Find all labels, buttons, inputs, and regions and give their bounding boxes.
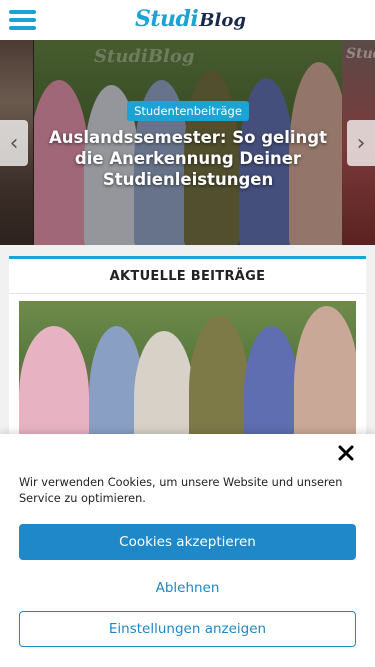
recent-posts-heading: AKTUELLE BEITRÄGE: [109, 268, 266, 284]
decline-cookies-button[interactable]: Ablehnen: [19, 570, 356, 606]
watermark-logo: Studi: [346, 46, 375, 62]
recent-posts-header: AKTUELLE BEITRÄGE: [9, 256, 366, 294]
cookie-banner: Wir verwenden Cookies, um unsere Website…: [0, 434, 375, 667]
logo-blog: Blog: [199, 10, 246, 31]
chevron-left-icon: ‹: [9, 130, 19, 156]
chevron-right-icon: ›: [356, 130, 366, 156]
logo-studi: Studi: [135, 6, 199, 32]
slider-prev-button[interactable]: ‹: [0, 120, 28, 166]
slide-title[interactable]: Auslandssemester: So gelingt die Anerken…: [34, 127, 342, 190]
hamburger-menu-icon[interactable]: [9, 10, 36, 30]
slider-next-button[interactable]: ›: [347, 120, 375, 166]
site-header: Studi Blog: [0, 0, 375, 40]
category-badge[interactable]: Studentenbeiträge: [127, 101, 249, 121]
close-icon[interactable]: [337, 444, 355, 462]
site-logo[interactable]: Studi Blog: [135, 6, 246, 34]
accept-cookies-button[interactable]: Cookies akzeptieren: [19, 524, 356, 560]
recent-posts-section: AKTUELLE BEITRÄGE: [9, 256, 366, 456]
post-thumbnail[interactable]: [19, 301, 356, 441]
slide-caption: Studentenbeiträge Auslandssemester: So g…: [34, 100, 342, 190]
featured-slider: StudiBlog Studentenbeiträge Auslandsseme…: [0, 40, 375, 245]
cookie-message: Wir verwenden Cookies, um unsere Website…: [19, 476, 343, 505]
cookie-settings-button[interactable]: Einstellungen anzeigen: [19, 611, 356, 647]
featured-slide[interactable]: StudiBlog Studentenbeiträge Auslandsseme…: [34, 40, 342, 245]
